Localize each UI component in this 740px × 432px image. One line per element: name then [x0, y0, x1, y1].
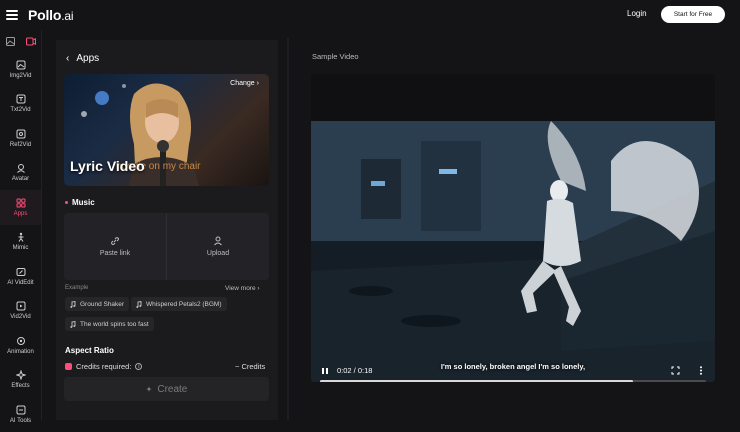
sidebar-item-ai-tools[interactable]: AI Tools [0, 397, 41, 432]
credits-icon [65, 363, 72, 370]
link-icon [111, 237, 119, 245]
music-label: Music [72, 198, 95, 207]
upload-label: Upload [206, 250, 230, 257]
apps-icon [16, 198, 25, 208]
sidebar-mode-toggle [0, 30, 41, 52]
sidebar-item-img2vid[interactable]: Img2Vid [0, 52, 41, 87]
chip-label: Whispered Petals2 (BGM) [146, 300, 222, 308]
playback-time: 0:02 / 0:18 [337, 366, 373, 375]
sidebar-item-ai-videdit[interactable]: AI VidEdit [0, 259, 41, 294]
sample-video-title: Sample Video [312, 52, 359, 61]
view-more-label: View more [225, 285, 256, 292]
video-player[interactable]: I'm so lonely, broken angel I'm so lonel… [311, 74, 715, 382]
chip-label: Ground Shaker [80, 300, 125, 308]
example-track-chip[interactable]: Ground Shaker [65, 297, 130, 311]
music-note-icon [70, 320, 76, 328]
sidebar-item-label: Avatar [11, 176, 30, 183]
progress-bar[interactable] [320, 380, 706, 382]
app-preview-card[interactable]: Change › hoodie on my chair Lyric Video [64, 74, 269, 186]
logo[interactable]: Pollo.ai [28, 7, 74, 23]
fullscreen-icon[interactable] [671, 366, 680, 375]
apps-panel: ‹ Apps Change › hoodie on my chair Lyric… [56, 40, 278, 420]
mimic-icon [18, 233, 23, 243]
reference-video-icon [16, 129, 25, 139]
panel-divider [287, 38, 289, 420]
text-video-icon [16, 94, 25, 104]
video-edit-icon [16, 267, 25, 276]
sidebar-item-label: Mimic [12, 245, 29, 252]
change-label: Change [230, 80, 255, 87]
logo-suffix: .ai [61, 9, 74, 23]
required-dot [65, 201, 68, 205]
sidebar-item-label: Effects [11, 383, 30, 390]
back-to-apps[interactable]: ‹ Apps [66, 53, 99, 64]
vid2vid-icon [16, 301, 25, 311]
sidebar-item-label: Txt2Vid [10, 107, 31, 114]
sidebar-item-label: AI VidEdit [7, 279, 34, 286]
sidebar-item-animation[interactable]: Animation [0, 328, 41, 363]
aspect-ratio-label: Aspect Ratio [65, 346, 114, 355]
sidebar-item-label: AI Tools [9, 417, 32, 424]
sidebar-item-label: Animation [7, 348, 34, 355]
sidebar-item-txt2vid[interactable]: Txt2Vid [0, 87, 41, 122]
sidebar-item-ref2vid[interactable]: Ref2Vid [0, 121, 41, 156]
chevron-right-icon: › [256, 80, 259, 87]
info-icon[interactable]: i [135, 363, 143, 370]
sidebar-item-vid2vid[interactable]: Vid2Vid [0, 294, 41, 329]
video-frame: I'm so lonely, broken angel I'm so lonel… [311, 121, 715, 382]
avatar-icon [16, 164, 25, 174]
sidebar-item-effects[interactable]: Effects [0, 363, 41, 398]
chip-label: The world spins too fast [80, 320, 149, 328]
paste-link-button[interactable]: Paste link [64, 213, 166, 280]
credits-required: Credits required: i [65, 362, 143, 371]
music-note-icon [136, 300, 142, 308]
panel-title: Apps [76, 53, 100, 64]
create-label: Create [157, 383, 188, 395]
sidebar-item-mimic[interactable]: Mimic [0, 225, 41, 260]
effects-icon [15, 370, 26, 381]
sidebar-item-avatar[interactable]: Avatar [0, 156, 41, 191]
sidebar-item-label: Apps [13, 210, 28, 217]
music-section-label: Music [65, 198, 95, 207]
example-track-chip[interactable]: Whispered Petals2 (BGM) [131, 297, 227, 311]
sidebar: Img2Vid Txt2Vid Ref2Vid Avatar Apps Mimic AI V… [0, 30, 42, 424]
view-more-link[interactable]: View more › [225, 285, 260, 292]
credits-label: Credits required: [76, 362, 132, 371]
start-for-free-button[interactable]: Start for Free [661, 6, 725, 23]
chevron-left-icon: ‹ [66, 53, 70, 64]
video-mode-icon[interactable] [21, 30, 42, 52]
sidebar-item-label: Ref2Vid [9, 141, 32, 148]
example-label: Example [65, 285, 89, 291]
music-input: Paste link Upload [64, 213, 269, 280]
sidebar-item-label: Vid2Vid [10, 314, 31, 321]
upload-button[interactable]: Upload [167, 213, 269, 280]
progress-fill [320, 380, 633, 382]
video-scene [311, 121, 715, 382]
image-mode-icon[interactable] [0, 30, 21, 52]
top-bar: Pollo.ai Login Start for Free [0, 0, 740, 30]
pause-icon[interactable] [321, 367, 329, 375]
music-note-icon [70, 300, 76, 308]
player-controls: 0:02 / 0:18 [311, 358, 715, 382]
login-link[interactable]: Login [627, 9, 647, 18]
animation-icon [16, 336, 25, 345]
app-title: Lyric Video [70, 158, 145, 174]
sparkle-icon: ✦ [145, 384, 153, 394]
more-options-icon[interactable] [699, 366, 703, 375]
paste-link-label: Paste link [99, 250, 131, 257]
sidebar-item-apps[interactable]: Apps [0, 190, 41, 225]
credits-value: ~ Credits [235, 362, 266, 371]
menu-icon[interactable] [6, 10, 18, 20]
logo-text: Pollo [28, 7, 62, 23]
change-app-link[interactable]: Change › [230, 80, 259, 87]
create-button[interactable]: ✦ Create [64, 377, 269, 401]
image-video-icon [16, 60, 25, 70]
tools-icon [16, 405, 25, 415]
sidebar-item-label: Img2Vid [9, 72, 32, 79]
upload-icon [214, 236, 222, 246]
example-track-chip[interactable]: The world spins too fast [65, 317, 154, 331]
